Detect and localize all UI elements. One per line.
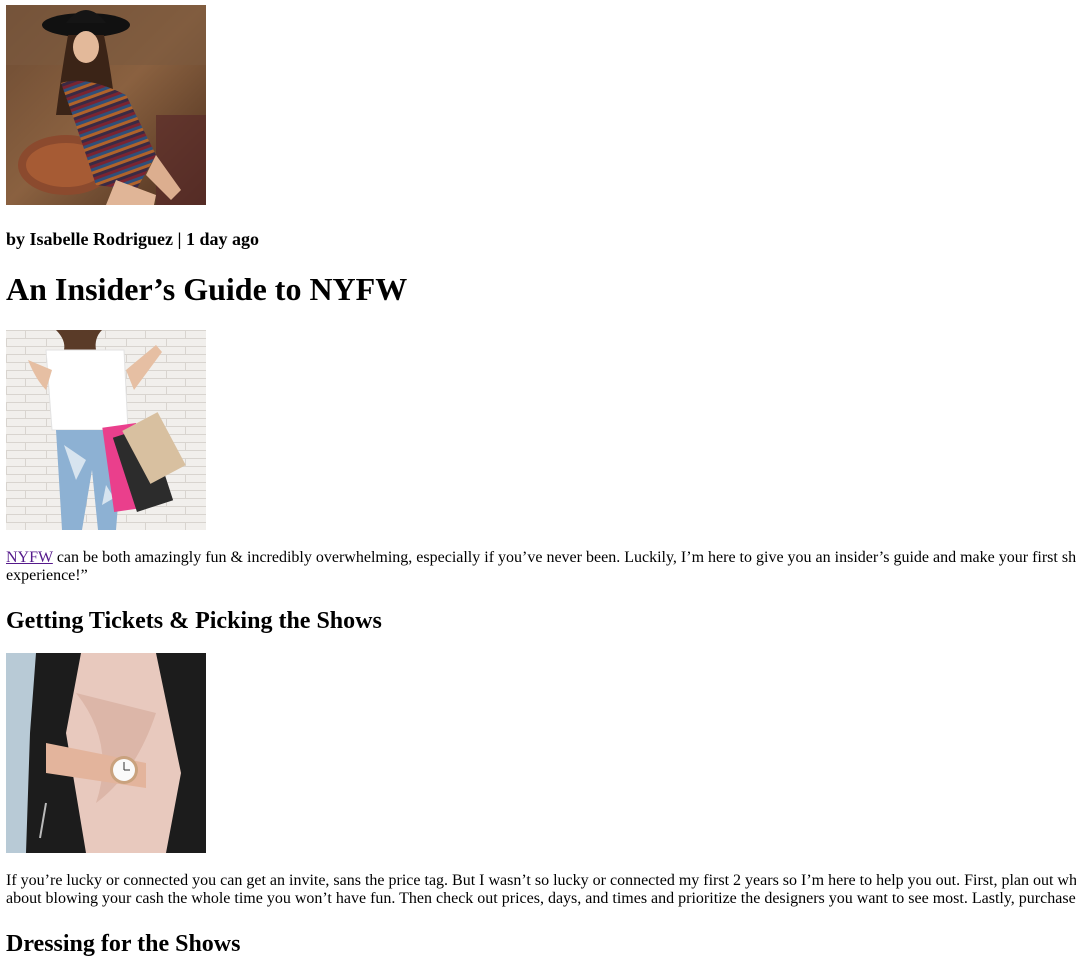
- byline: by Isabelle Rodriguez | 1 day ago: [6, 229, 259, 249]
- nyfw-link[interactable]: NYFW: [6, 549, 53, 566]
- shopping-photo-graphic: [6, 330, 206, 530]
- tickets-paragraph: If you’re lucky or connected you can get…: [6, 872, 1076, 908]
- jacket-photo: [6, 653, 206, 853]
- shopping-photo: [6, 330, 206, 530]
- intro-paragraph: NYFW can be both amazingly fun & incredi…: [6, 549, 1076, 585]
- section-heading-dressing: Dressing for the Shows: [6, 931, 241, 957]
- tickets-text-line1: If you’re lucky or connected you can get…: [6, 872, 1076, 889]
- article-title: An Insider’s Guide to NYFW: [6, 271, 408, 307]
- article: by Isabelle Rodriguez | 1 day ago An Ins…: [6, 5, 1076, 978]
- tickets-text-line2: about blowing your cash the whole time y…: [6, 890, 1076, 907]
- hero-photo-graphic: [6, 5, 206, 205]
- hero-photo: [6, 5, 206, 205]
- intro-text-line2: experience!”: [6, 567, 88, 584]
- section-heading-tickets: Getting Tickets & Picking the Shows: [6, 608, 382, 634]
- jacket-photo-graphic: [6, 653, 206, 853]
- intro-text-line1: can be both amazingly fun & incredibly o…: [52, 549, 1076, 566]
